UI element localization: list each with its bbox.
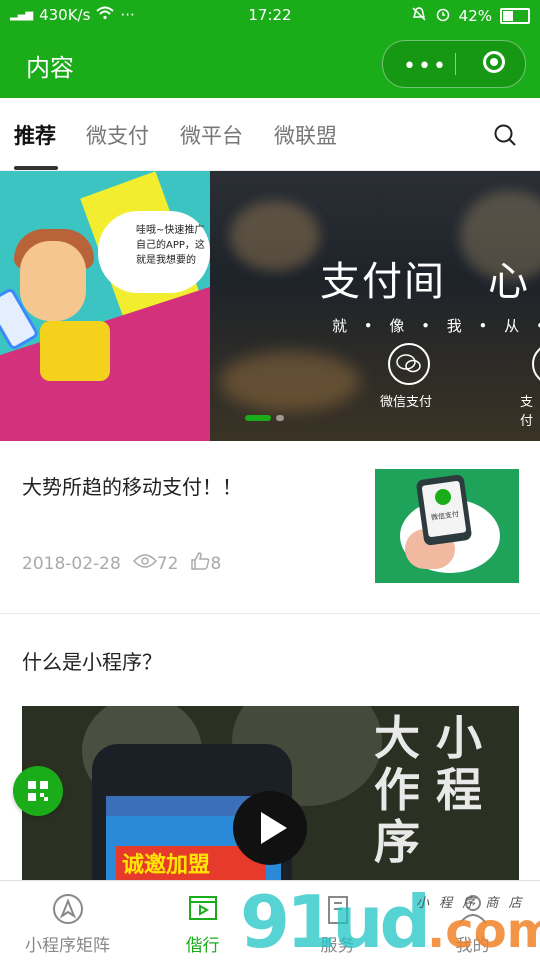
qr-code-button[interactable] (13, 766, 63, 816)
page-title: 内容 (26, 54, 74, 82)
tab-recommend[interactable]: 推荐 (14, 120, 56, 150)
banner-subline: 就 • 像 • 我 • 从 • (332, 317, 540, 335)
capsule-menu: ••• (382, 40, 526, 88)
watermark-suffix: .com (427, 903, 540, 959)
compass-icon (52, 893, 84, 925)
tab-micro-pay[interactable]: 微支付 (86, 120, 149, 150)
play-button[interactable] (233, 791, 307, 865)
article-card[interactable]: 大势所趋的移动支付！！ 2018-02-28 72 8 微信支付 (0, 441, 540, 614)
tab-miniprogram-matrix[interactable]: 小程序矩阵 (0, 881, 135, 961)
article-title: 什么是小程序？ (22, 650, 162, 674)
wechat-icon (388, 343, 430, 385)
active-tab-indicator (14, 166, 58, 170)
wechat-pay-label: 微信支付 (380, 395, 433, 410)
status-bar: ▂▄▆ 430K/s ··· 17:22 42% (0, 0, 540, 30)
speech-bubble-text: 哇哦~快速推广自己的APP，这就是我想要的 (136, 225, 205, 266)
check-icon (435, 489, 451, 505)
cartoon-body (40, 321, 110, 381)
bokeh-light (220, 351, 360, 411)
like-count: 8 (210, 553, 222, 574)
article-date: 2018-02-28 (22, 553, 121, 574)
article-meta: 2018-02-28 72 8 (22, 552, 221, 575)
more-menu-button[interactable]: ••• (403, 54, 448, 79)
view-count: 72 (156, 553, 179, 574)
carousel-indicator-active (245, 415, 271, 421)
banner-slide-payment[interactable]: 支付间 心 就 • 像 • 我 • 从 • 微信支付 支付 (210, 171, 540, 441)
banner-headline: 支付间 心 (320, 259, 530, 305)
close-miniprogram-button[interactable] (483, 51, 505, 73)
eye-icon (132, 553, 157, 574)
banner-carousel[interactable]: 哇哦~快速推广自己的APP，这就是我想要的 支付间 心 就 • 像 • 我 • … (0, 171, 540, 441)
article-thumbnail[interactable]: 微信支付 (375, 469, 519, 583)
carousel-indicator (276, 415, 284, 421)
category-tabs: 推荐 微支付 微平台 微联盟 (0, 98, 540, 171)
battery-icon (500, 8, 530, 24)
banner-slide-app-promo[interactable]: 哇哦~快速推广自己的APP，这就是我想要的 (0, 171, 210, 441)
alarm-icon (435, 6, 451, 26)
mute-icon (411, 6, 427, 26)
watermark-text: 91ud (240, 880, 431, 964)
watermark-caption: 小 程 序 商 店 (416, 896, 525, 911)
battery-percent: 42% (458, 7, 492, 25)
cartoon-head (20, 241, 86, 321)
video-overlay-text: 大 小 作 程 序 (374, 711, 483, 869)
tab-label: 小程序矩阵 (25, 936, 110, 956)
search-icon[interactable] (494, 124, 516, 146)
tab-micro-alliance[interactable]: 微联盟 (274, 120, 337, 150)
navigation-bar: 内容 ••• (0, 30, 540, 98)
pay-label: 支付 (520, 395, 534, 429)
bokeh-light (230, 201, 320, 271)
wechat-icon (532, 343, 540, 385)
capsule-divider (455, 53, 456, 75)
article-title: 大势所趋的移动支付！！ (22, 475, 242, 499)
video-icon (187, 893, 219, 925)
thumbs-up-icon[interactable] (190, 552, 210, 575)
qr-code-icon (28, 781, 48, 801)
tab-micro-platform[interactable]: 微平台 (180, 120, 243, 150)
